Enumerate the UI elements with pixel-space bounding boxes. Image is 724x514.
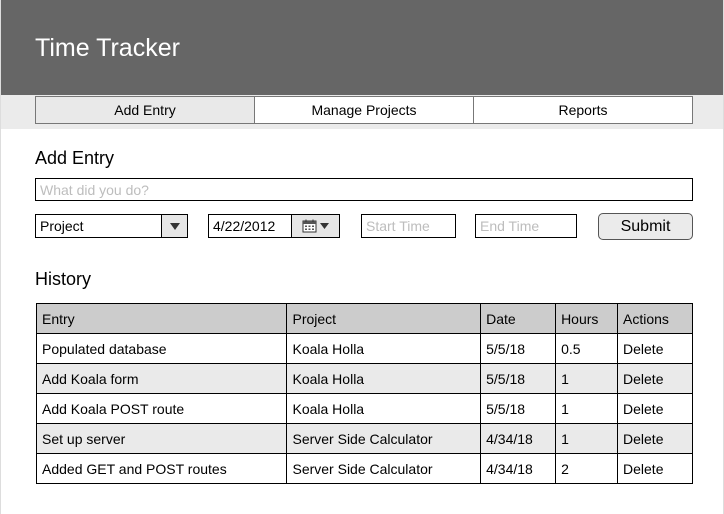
add-entry-heading: Add Entry bbox=[35, 148, 115, 168]
app-header: Time Tracker bbox=[0, 0, 724, 95]
hours-cell: 1 bbox=[555, 363, 619, 394]
project-cell: Server Side Calculator bbox=[286, 453, 482, 484]
entry-cell: Populated database bbox=[35, 333, 288, 364]
hours-cell: 0.5 bbox=[555, 333, 619, 364]
table-row: Set up server Server Side Calculator 4/3… bbox=[35, 423, 693, 454]
date-cell: 5/5/18 bbox=[480, 333, 557, 364]
project-cell: Koala Holla bbox=[286, 363, 482, 394]
column-header-actions: Actions bbox=[617, 303, 693, 334]
hours-cell: 1 bbox=[555, 423, 619, 454]
column-header-entry: Entry bbox=[35, 303, 288, 334]
table-row: Add Koala form Koala Holla 5/5/18 1 Dele… bbox=[35, 363, 693, 394]
project-select-value: Project bbox=[40, 218, 84, 234]
column-header-date: Date bbox=[480, 303, 557, 334]
history-table: Entry Project Date Hours Actions Populat… bbox=[35, 303, 693, 484]
entry-cell: Added GET and POST routes bbox=[35, 453, 288, 484]
end-time-input[interactable] bbox=[475, 214, 577, 238]
calendar-button[interactable] bbox=[291, 215, 339, 237]
entry-cell: Add Koala POST route bbox=[35, 393, 288, 424]
tab-manage-projects[interactable]: Manage Projects bbox=[255, 97, 474, 123]
hours-cell: 2 bbox=[555, 453, 619, 484]
column-header-project: Project bbox=[286, 303, 482, 334]
table-row: Add Koala POST route Koala Holla 5/5/18 … bbox=[35, 393, 693, 424]
project-select[interactable]: Project bbox=[35, 214, 188, 238]
submit-button[interactable]: Submit bbox=[598, 213, 693, 240]
project-cell: Server Side Calculator bbox=[286, 423, 482, 454]
tab-add-entry[interactable]: Add Entry bbox=[36, 97, 255, 123]
chevron-down-icon bbox=[169, 222, 180, 230]
date-picker[interactable]: 4/22/2012 bbox=[208, 214, 340, 238]
hours-cell: 1 bbox=[555, 393, 619, 424]
project-cell: Koala Holla bbox=[286, 333, 482, 364]
entry-description-input[interactable] bbox=[35, 178, 693, 201]
chevron-down-icon bbox=[319, 223, 329, 229]
nav-tabs: Add Entry Manage Projects Reports bbox=[35, 96, 693, 124]
entry-cell: Set up server bbox=[35, 423, 288, 454]
delete-link[interactable]: Delete bbox=[617, 333, 693, 364]
table-header-row: Entry Project Date Hours Actions bbox=[35, 303, 693, 334]
date-value: 4/22/2012 bbox=[213, 218, 276, 234]
table-row: Populated database Koala Holla 5/5/18 0.… bbox=[35, 333, 693, 364]
delete-link[interactable]: Delete bbox=[617, 363, 693, 394]
column-header-hours: Hours bbox=[555, 303, 619, 334]
delete-link[interactable]: Delete bbox=[617, 423, 693, 454]
entry-cell: Add Koala form bbox=[35, 363, 288, 394]
project-dropdown-button[interactable] bbox=[161, 215, 187, 237]
history-heading: History bbox=[35, 269, 92, 289]
table-row: Added GET and POST routes Server Side Ca… bbox=[35, 453, 693, 484]
date-cell: 4/34/18 bbox=[480, 423, 557, 454]
project-cell: Koala Holla bbox=[286, 393, 482, 424]
calendar-icon bbox=[302, 219, 316, 233]
tab-reports[interactable]: Reports bbox=[474, 97, 692, 123]
date-cell: 5/5/18 bbox=[480, 363, 557, 394]
app-title: Time Tracker bbox=[35, 34, 180, 62]
delete-link[interactable]: Delete bbox=[617, 393, 693, 424]
start-time-input[interactable] bbox=[361, 214, 456, 238]
date-cell: 4/34/18 bbox=[480, 453, 557, 484]
delete-link[interactable]: Delete bbox=[617, 453, 693, 484]
date-cell: 5/5/18 bbox=[480, 393, 557, 424]
